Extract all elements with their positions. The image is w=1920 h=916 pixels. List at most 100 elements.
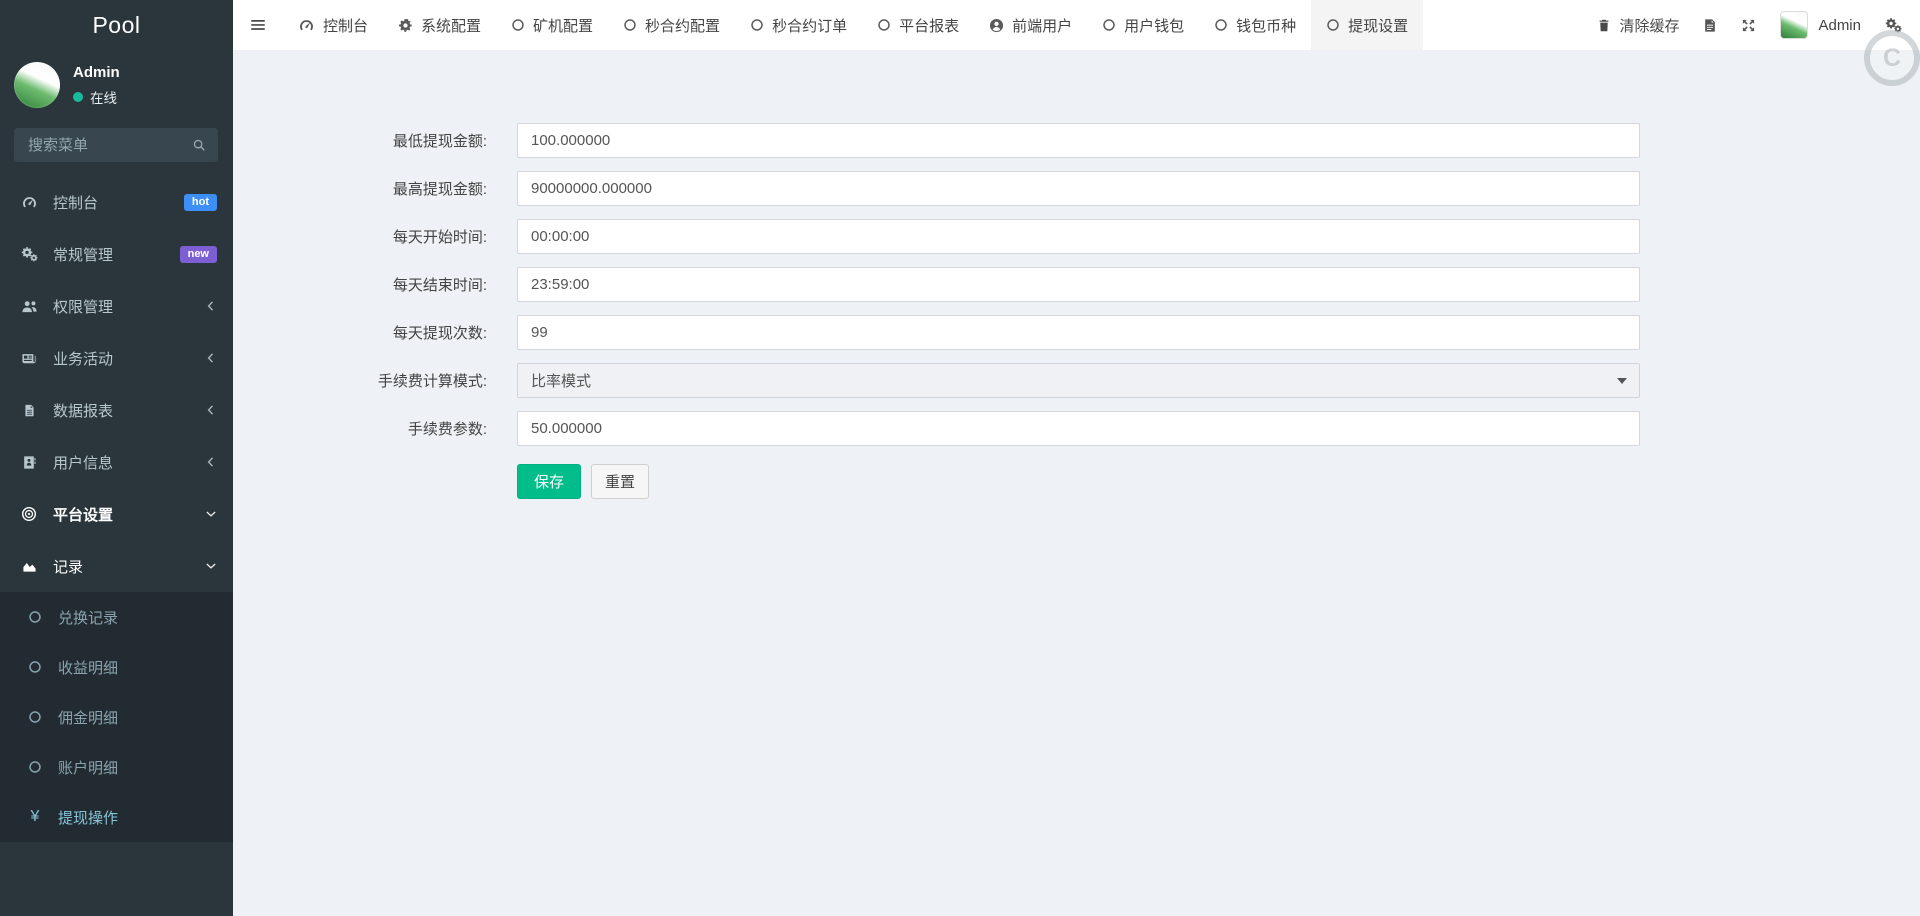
sidebar-item-general-management[interactable]: 常规管理 new (0, 228, 233, 280)
hot-badge: hot (183, 193, 217, 211)
user-avatar[interactable] (14, 62, 60, 108)
gear-icon (398, 18, 413, 33)
tab-label: 控制台 (323, 17, 369, 35)
sidebar-item-permission-management[interactable]: 权限管理 (0, 280, 233, 332)
chevron-down-icon (205, 560, 217, 572)
document-icon[interactable] (1703, 18, 1717, 33)
navbar-tabs: 控制台 系统配置 矿机配置 秒合约配置 秒合约订单 平台报表 前端用户 用户钱包 钱包币种 提现设… (283, 0, 1424, 50)
tab-second-contract-orders[interactable]: 秒合约订单 (735, 0, 862, 50)
sidebar-subitem-account-detail[interactable]: 账户明细 (0, 742, 233, 792)
sidebar-item-label: 数据报表 (53, 402, 114, 420)
circle-icon (1102, 18, 1116, 32)
sidebar-subitem-exchange-records[interactable]: 兑换记录 (0, 592, 233, 642)
daily-end-time-label: 每天结束时间: (392, 277, 487, 294)
sidebar-item-label: 用户信息 (53, 454, 114, 472)
sidebar-subitem-label: 账户明细 (58, 759, 119, 777)
sidebar-item-user-info[interactable]: 用户信息 (0, 436, 233, 488)
circle-icon (26, 710, 44, 724)
sidebar-subitem-label: 佣金明细 (58, 709, 119, 727)
user-panel: Admin 在线 (0, 50, 233, 118)
online-status-label: 在线 (90, 90, 117, 106)
tab-label: 提现设置 (1348, 17, 1409, 35)
sidebar: Pool Admin 在线 控制台 hot 常规管理 new 权限管理业务活动数据报表用… (0, 0, 233, 916)
bullseye-icon (18, 506, 40, 522)
file-icon (18, 403, 40, 418)
circle-icon (26, 610, 44, 624)
fee-calc-mode-selected-value: 比率模式 (531, 373, 592, 390)
tab-frontend-users[interactable]: 前端用户 (974, 0, 1087, 50)
area-chart-icon (18, 559, 40, 574)
form-actions: 保存 重置 (517, 464, 1920, 499)
sidebar-subitem-income-detail[interactable]: 收益明细 (0, 642, 233, 692)
main-content: 最低提现金额: 最高提现金额: 每天开始时间: 每天结束时间: 每天提现次数: 手续费计算… (233, 50, 1920, 916)
sidebar-item-platform-settings[interactable]: 平台设置 (0, 488, 233, 540)
top-navbar: 控制台 系统配置 矿机配置 秒合约配置 秒合约订单 平台报表 前端用户 用户钱包 钱包币种 提现设… (233, 0, 1920, 51)
users-icon (18, 299, 40, 314)
copyright-float-badge[interactable]: C (1864, 30, 1920, 86)
sidebar-toggle-button[interactable] (233, 0, 283, 50)
tab-platform-report[interactable]: 平台报表 (862, 0, 974, 50)
circle-icon (623, 18, 637, 32)
daily-withdraw-count-input[interactable] (517, 315, 1640, 350)
fee-calc-mode-select[interactable]: 比率模式 (517, 363, 1640, 398)
user-status: 在线 (73, 87, 120, 107)
circle-icon (877, 18, 891, 32)
circle-icon (26, 660, 44, 674)
sidebar-subitem-label: 收益明细 (58, 659, 119, 677)
trash-icon (1597, 18, 1611, 33)
sidebar-item-label: 平台设置 (53, 506, 114, 524)
admin-app: Pool Admin 在线 控制台hot常规管理new权限管理业务活动数据报表用… (0, 0, 1920, 916)
tab-label: 系统配置 (421, 17, 482, 35)
user-circle-icon (989, 18, 1004, 33)
form-row-daily-start-time: 每天开始时间: (233, 219, 1920, 254)
daily-end-time-input[interactable] (517, 267, 1640, 302)
sidebar-subitem-withdraw-operation[interactable]: ¥ 提现操作 (0, 792, 233, 842)
max-withdraw-amount-input[interactable] (517, 171, 1640, 206)
chevron-left-icon (205, 300, 217, 312)
daily-start-time-input[interactable] (517, 219, 1640, 254)
clear-cache-button[interactable]: 清除缓存 (1597, 15, 1679, 36)
online-status-dot (73, 91, 83, 102)
tab-console[interactable]: 控制台 (283, 0, 383, 50)
save-button[interactable]: 保存 (517, 464, 582, 499)
sidebar-item-dashboard[interactable]: 控制台 hot (0, 176, 233, 228)
tab-label: 前端用户 (1012, 17, 1073, 35)
fee-param-label: 手续费参数: (407, 421, 487, 438)
fee-calc-mode-label: 手续费计算模式: (377, 373, 487, 390)
sidebar-search (14, 128, 218, 162)
form-row-daily-withdraw-count: 每天提现次数: (233, 315, 1920, 350)
sidebar-subitem-label: 提现操作 (58, 809, 119, 827)
circle-icon (26, 760, 44, 774)
min-withdraw-amount-input[interactable] (517, 123, 1640, 158)
sidebar-subitem-commission-detail[interactable]: 佣金明细 (0, 692, 233, 742)
hamburger-icon (249, 16, 267, 34)
tab-withdraw-settings[interactable]: 提现设置 (1311, 0, 1424, 50)
tab-user-wallet[interactable]: 用户钱包 (1087, 0, 1199, 50)
max-withdraw-amount-label: 最高提现金额: (392, 181, 487, 198)
sidebar-item-label: 控制台 (53, 194, 99, 212)
tab-second-contract-config[interactable]: 秒合约配置 (608, 0, 735, 50)
admin-menu[interactable]: Admin (1780, 11, 1861, 39)
sidebar-item-business-activity[interactable]: 业务活动 (0, 332, 233, 384)
tab-miner-config[interactable]: 矿机配置 (496, 0, 608, 50)
tab-system-config[interactable]: 系统配置 (383, 0, 496, 50)
clear-cache-label: 清除缓存 (1619, 17, 1680, 35)
tab-wallet-currency[interactable]: 钱包币种 (1199, 0, 1311, 50)
sidebar-item-label: 常规管理 (53, 246, 114, 264)
fee-param-input[interactable] (517, 411, 1640, 446)
circle-icon (750, 18, 764, 32)
sidebar-item-data-report[interactable]: 数据报表 (0, 384, 233, 436)
reset-button[interactable]: 重置 (591, 464, 650, 499)
form-row-daily-end-time: 每天结束时间: (233, 267, 1920, 302)
tachometer-icon (18, 194, 40, 210)
menu-search-input[interactable] (26, 135, 192, 155)
yen-icon: ¥ (30, 808, 40, 825)
fullscreen-icon[interactable] (1741, 18, 1756, 33)
sidebar-item-label: 记录 (53, 558, 84, 576)
new-badge: new (179, 245, 217, 263)
address-book-icon (18, 455, 40, 470)
cogs-icon (18, 246, 40, 262)
sidebar-item-records[interactable]: 记录 (0, 540, 233, 592)
daily-withdraw-count-label: 每天提现次数: (392, 325, 487, 342)
search-icon[interactable] (192, 138, 206, 152)
